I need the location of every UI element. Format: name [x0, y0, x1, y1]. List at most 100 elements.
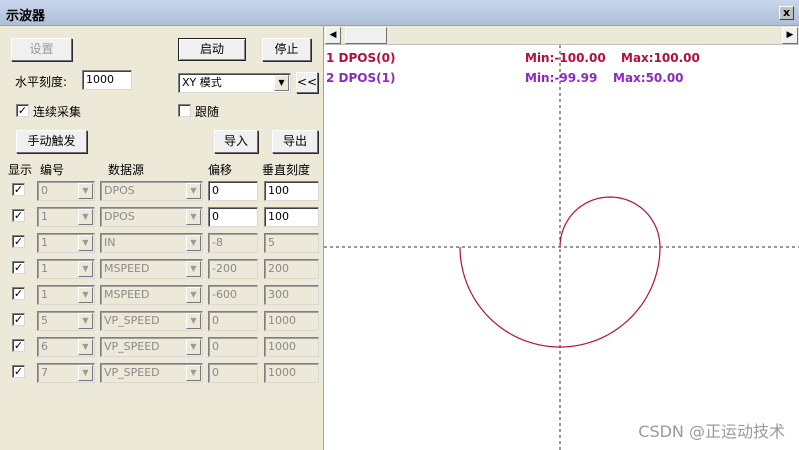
row-source-select[interactable]: MSPEED ▼	[100, 285, 203, 305]
row-source-value: MSPEED	[104, 288, 150, 301]
row-source-select[interactable]: VP_SPEED ▼	[100, 363, 203, 383]
chevron-down-icon: ▼	[186, 209, 201, 225]
row-vscale-input[interactable]: 100	[264, 207, 319, 227]
mode-select-value: XY 模式	[182, 76, 222, 89]
row-offset-input[interactable]: 0	[208, 337, 258, 357]
row-source-select[interactable]: DPOS ▼	[100, 207, 203, 227]
watermark: CSDN @正运动技术	[638, 422, 785, 441]
chevron-down-icon: ▼	[78, 313, 93, 329]
chevron-down-icon: ▼	[78, 287, 93, 303]
row-vscale-input[interactable]: 5	[264, 233, 319, 253]
row-show-checkbox[interactable]: ✓	[12, 365, 25, 378]
chevron-down-icon: ▼	[186, 261, 201, 277]
collapse-button[interactable]: <<	[296, 72, 318, 93]
row-num-select[interactable]: 7 ▼	[37, 363, 95, 383]
title-bar: 示波器 x	[0, 0, 799, 26]
start-button[interactable]: 启动	[178, 38, 246, 61]
header-show: 显示	[8, 163, 33, 177]
row-num-select[interactable]: 5 ▼	[37, 311, 95, 331]
row-num-select[interactable]: 1 ▼	[37, 285, 95, 305]
row-offset-input[interactable]: -8	[208, 233, 258, 253]
scroll-thumb[interactable]	[345, 27, 387, 44]
row-vscale-input[interactable]: 1000	[264, 363, 319, 383]
row-num-select[interactable]: 1 ▼	[37, 233, 95, 253]
row-source-select[interactable]: IN ▼	[100, 233, 203, 253]
row-vscale-input[interactable]: 1000	[264, 311, 319, 331]
row-show-checkbox[interactable]: ✓	[12, 287, 25, 300]
header-num: 编号	[40, 163, 65, 177]
row-num-value: 1	[41, 236, 48, 249]
chevron-down-icon: ▼	[186, 287, 201, 303]
row-num-value: 5	[41, 314, 48, 327]
manual-trigger-button[interactable]: 手动触发	[16, 130, 87, 153]
window-title: 示波器	[6, 9, 46, 24]
row-num-value: 1	[41, 288, 48, 301]
chevron-down-icon: ▼	[186, 235, 201, 251]
row-offset-input[interactable]: -200	[208, 259, 258, 279]
row-vscale-input[interactable]: 300	[264, 285, 319, 305]
row-show-checkbox[interactable]: ✓	[12, 339, 25, 352]
chevron-down-icon: ▼	[78, 261, 93, 277]
scroll-right-icon[interactable]: ▶	[782, 27, 798, 44]
row-num-value: 1	[41, 262, 48, 275]
row-num-value: 7	[41, 366, 48, 379]
chevron-down-icon: ▼	[78, 183, 93, 199]
row-num-select[interactable]: 0 ▼	[37, 181, 95, 201]
follow-checkbox[interactable]	[178, 104, 191, 117]
row-vscale-input[interactable]: 200	[264, 259, 319, 279]
chevron-down-icon: ▼	[186, 183, 201, 199]
row-num-value: 0	[41, 184, 48, 197]
legend-2-max: Max:50.00	[613, 71, 684, 85]
legend-2-name: 2 DPOS(1)	[326, 71, 396, 85]
row-source-select[interactable]: VP_SPEED ▼	[100, 311, 203, 331]
row-source-value: VP_SPEED	[104, 340, 160, 353]
continuous-label: 连续采集	[33, 105, 82, 119]
row-offset-input[interactable]: 0	[208, 207, 258, 227]
row-num-select[interactable]: 6 ▼	[37, 337, 95, 357]
legend-1-min: Min:-100.00	[525, 51, 606, 65]
row-offset-input[interactable]: -600	[208, 285, 258, 305]
row-source-value: VP_SPEED	[104, 314, 160, 327]
row-source-value: DPOS	[104, 184, 135, 197]
scroll-left-icon[interactable]: ◀	[325, 27, 341, 44]
import-button[interactable]: 导入	[214, 130, 258, 153]
header-offset: 偏移	[208, 163, 233, 177]
row-num-select[interactable]: 1 ▼	[37, 259, 95, 279]
row-source-select[interactable]: DPOS ▼	[100, 181, 203, 201]
row-source-select[interactable]: MSPEED ▼	[100, 259, 203, 279]
row-show-checkbox[interactable]: ✓	[12, 313, 25, 326]
row-show-checkbox[interactable]: ✓	[12, 261, 25, 274]
chevron-down-icon: ▼	[274, 75, 289, 91]
header-vscale: 垂直刻度	[262, 163, 311, 177]
row-show-checkbox[interactable]: ✓	[12, 209, 25, 222]
row-source-value: IN	[104, 236, 116, 249]
export-button[interactable]: 导出	[272, 130, 318, 153]
row-num-select[interactable]: 1 ▼	[37, 207, 95, 227]
close-button[interactable]: x	[779, 6, 794, 20]
header-source: 数据源	[108, 163, 145, 177]
row-vscale-input[interactable]: 100	[264, 181, 319, 201]
mode-select[interactable]: XY 模式 ▼	[178, 73, 291, 93]
continuous-checkbox[interactable]: ✓	[16, 104, 29, 117]
row-offset-input[interactable]: 0	[208, 181, 258, 201]
chevron-down-icon: ▼	[186, 339, 201, 355]
row-vscale-input[interactable]: 1000	[264, 337, 319, 357]
legend-1-name: 1 DPOS(0)	[326, 51, 396, 65]
chevron-down-icon: ▼	[186, 365, 201, 381]
row-show-checkbox[interactable]: ✓	[12, 183, 25, 196]
row-offset-input[interactable]: 0	[208, 363, 258, 383]
row-offset-input[interactable]: 0	[208, 311, 258, 331]
h-scale-input[interactable]: 1000	[82, 70, 132, 90]
stop-button[interactable]: 停止	[262, 38, 311, 61]
horizontal-scrollbar[interactable]: ◀ ▶	[324, 26, 799, 45]
row-show-checkbox[interactable]: ✓	[12, 235, 25, 248]
row-source-value: VP_SPEED	[104, 366, 160, 379]
follow-label: 跟随	[195, 105, 220, 119]
control-panel: 设置 启动 停止 水平刻度: 1000 XY 模式 ▼ << ✓ 连续采集 跟随…	[0, 26, 323, 450]
chevron-down-icon: ▼	[78, 339, 93, 355]
settings-button[interactable]: 设置	[11, 38, 72, 61]
scope-display: ◀ ▶ 1 DPOS(0) Min:-100.00 Max:100.00 2 D…	[323, 26, 799, 450]
chevron-down-icon: ▼	[78, 235, 93, 251]
row-source-select[interactable]: VP_SPEED ▼	[100, 337, 203, 357]
legend-1-max: Max:100.00	[621, 51, 700, 65]
